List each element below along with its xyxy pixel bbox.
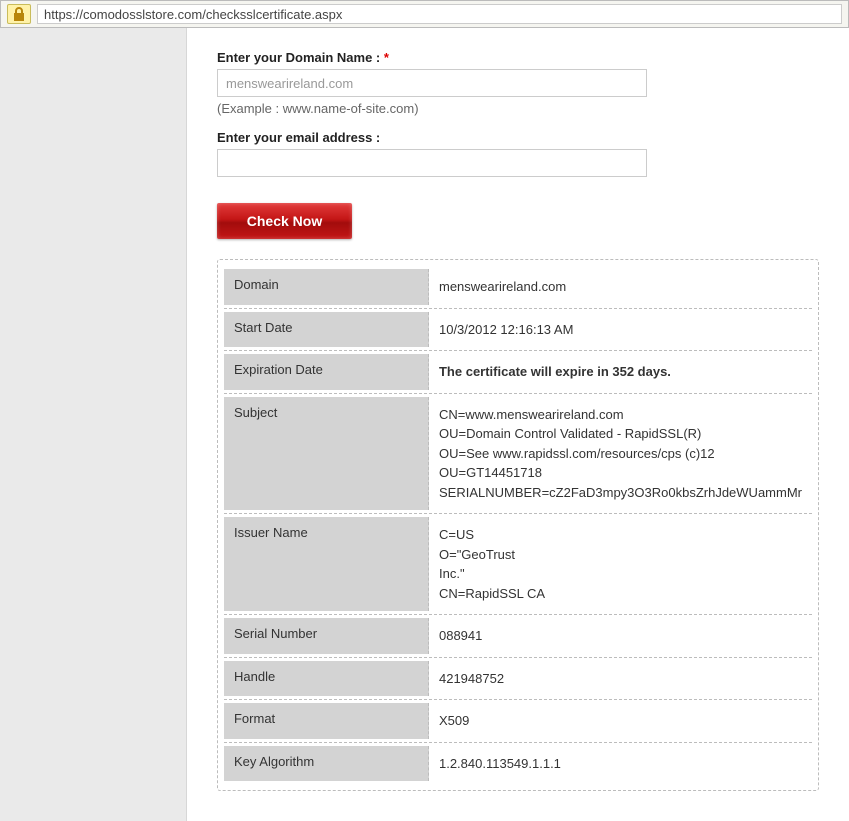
result-row: FormatX509 (224, 700, 812, 743)
result-row: Serial Number088941 (224, 615, 812, 658)
result-label: Key Algorithm (224, 746, 429, 782)
result-label: Handle (224, 661, 429, 697)
lock-icon (7, 4, 31, 24)
email-label: Enter your email address : (217, 130, 819, 145)
result-value: CN=www.menswearireland.comOU=Domain Cont… (429, 397, 812, 511)
result-label: Format (224, 703, 429, 739)
email-input[interactable] (217, 149, 647, 177)
result-value: 1.2.840.113549.1.1.1 (429, 746, 812, 782)
domain-label: Enter your Domain Name : * (217, 50, 819, 65)
check-now-button[interactable]: Check Now (217, 203, 352, 239)
result-label: Expiration Date (224, 354, 429, 390)
result-row: Expiration DateThe certificate will expi… (224, 351, 812, 394)
results-table: Domainmenswearireland.comStart Date10/3/… (217, 259, 819, 791)
result-row: Start Date10/3/2012 12:16:13 AM (224, 309, 812, 352)
result-row: Domainmenswearireland.com (224, 266, 812, 309)
result-row: SubjectCN=www.menswearireland.comOU=Doma… (224, 394, 812, 515)
result-row: Handle421948752 (224, 658, 812, 701)
content-panel: Enter your Domain Name : * (Example : ww… (187, 28, 849, 821)
url-input[interactable] (37, 4, 842, 24)
left-gutter (0, 28, 187, 821)
result-value: C=USO="GeoTrustInc."CN=RapidSSL CA (429, 517, 812, 611)
result-value: 088941 (429, 618, 812, 654)
result-value: 421948752 (429, 661, 812, 697)
result-label: Start Date (224, 312, 429, 348)
result-row: Key Algorithm1.2.840.113549.1.1.1 (224, 743, 812, 785)
result-value: X509 (429, 703, 812, 739)
result-label: Issuer Name (224, 517, 429, 611)
result-label: Serial Number (224, 618, 429, 654)
result-value: 10/3/2012 12:16:13 AM (429, 312, 812, 348)
result-label: Domain (224, 269, 429, 305)
domain-label-text: Enter your Domain Name : (217, 50, 380, 65)
page-wrapper: Enter your Domain Name : * (Example : ww… (0, 28, 849, 821)
result-value: The certificate will expire in 352 days. (429, 354, 812, 390)
browser-address-bar (0, 0, 849, 28)
result-value: menswearireland.com (429, 269, 812, 305)
result-row: Issuer NameC=USO="GeoTrustInc."CN=RapidS… (224, 514, 812, 615)
domain-example: (Example : www.name-of-site.com) (217, 101, 819, 116)
email-field: Enter your email address : (217, 130, 819, 177)
required-asterisk: * (384, 50, 389, 65)
result-label: Subject (224, 397, 429, 511)
domain-input[interactable] (217, 69, 647, 97)
domain-field: Enter your Domain Name : * (Example : ww… (217, 50, 819, 116)
